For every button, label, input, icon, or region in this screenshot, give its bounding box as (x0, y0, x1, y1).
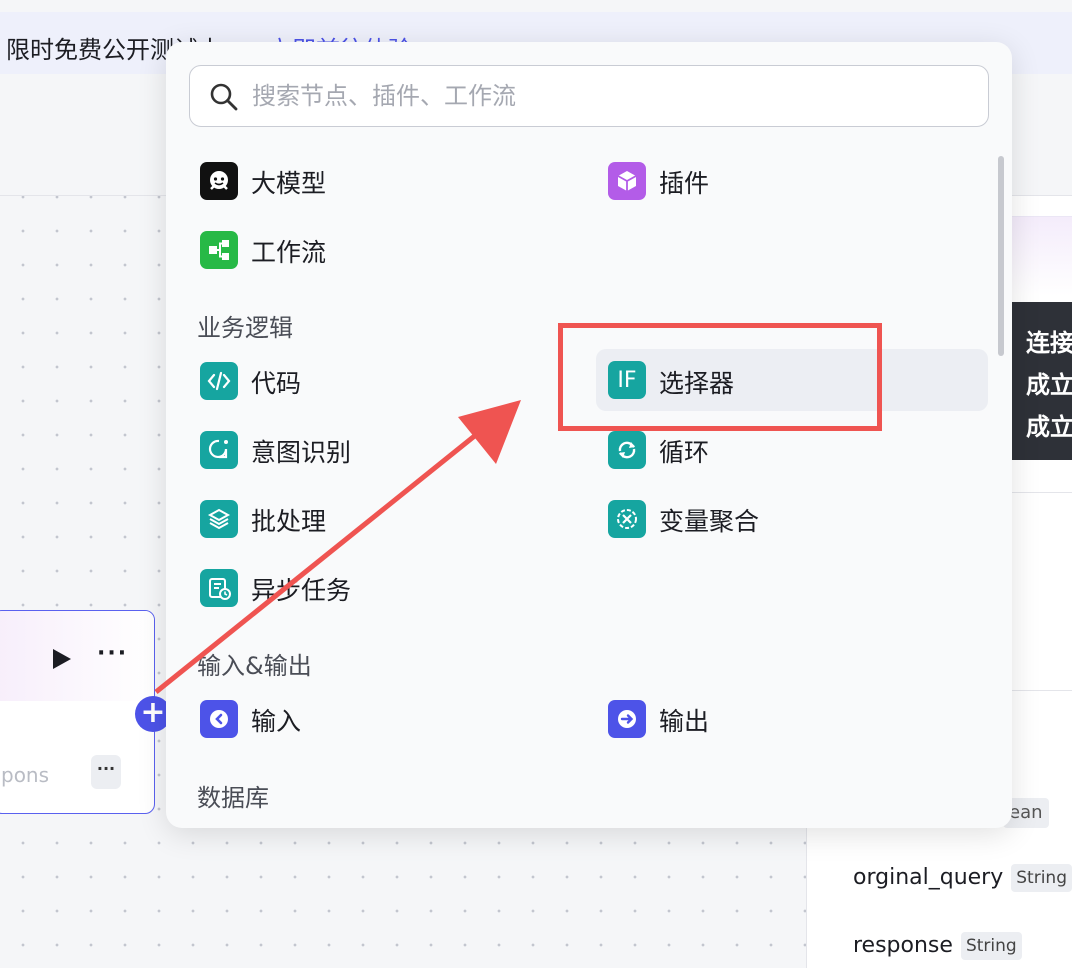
node-item-code[interactable]: 代码 (193, 352, 573, 408)
section-title: 数据库 (197, 784, 269, 812)
node-item-output[interactable]: 输出 (601, 690, 981, 746)
node-picker-popup: 大模型 插件 工作流 业务逻辑 代码 IF 选择器 意图识别 循 (166, 42, 1012, 828)
search-icon (210, 83, 238, 111)
loop-icon (608, 431, 646, 469)
search-input[interactable] (252, 76, 952, 116)
workflow-node[interactable]: ··· pons ··· (0, 610, 155, 814)
scrollbar[interactable] (998, 156, 1004, 356)
async-task-icon (200, 569, 238, 607)
output-more-button[interactable]: ··· (91, 755, 121, 789)
type-badge: String (1011, 864, 1072, 892)
node-header (0, 611, 154, 701)
search-box[interactable] (189, 65, 989, 127)
llm-face-icon (200, 162, 238, 200)
node-item-label: 工作流 (251, 238, 327, 267)
node-item-batch[interactable]: 批处理 (193, 490, 573, 546)
node-item-label: 插件 (659, 169, 710, 198)
annotation-highlight-box (558, 323, 882, 431)
intent-icon (200, 431, 238, 469)
variable-merge-icon (608, 500, 646, 538)
node-item-label: 批处理 (251, 507, 327, 536)
tooltip-line: 成立 (1026, 413, 1072, 441)
node-item-label: 输入 (251, 707, 302, 736)
variable-row: orginal_query String (853, 864, 1072, 892)
node-item-workflow[interactable]: 工作流 (193, 221, 573, 277)
batch-icon (200, 500, 238, 538)
variable-row: response String (853, 932, 1022, 960)
code-icon (200, 362, 238, 400)
section-title: 输入&输出 (197, 652, 312, 680)
node-output-label: pons (1, 763, 50, 787)
variable-name: orginal_query (853, 865, 1004, 890)
input-icon (200, 700, 238, 738)
node-item-async-task[interactable]: 异步任务 (193, 559, 573, 615)
output-icon (608, 700, 646, 738)
node-item-label: 意图识别 (251, 438, 352, 467)
run-play-icon[interactable] (53, 649, 71, 669)
node-item-plugin[interactable]: 插件 (601, 152, 981, 208)
node-more-button[interactable]: ··· (97, 641, 128, 666)
variable-name: response (853, 933, 953, 958)
node-item-label: 异步任务 (251, 576, 352, 605)
node-item-label: 输出 (659, 707, 710, 736)
node-item-intent[interactable]: 意图识别 (193, 421, 573, 477)
plugin-cube-icon (608, 162, 646, 200)
node-item-label: 代码 (251, 369, 302, 398)
node-item-label: 变量聚合 (659, 507, 760, 536)
node-item-label: 大模型 (251, 169, 327, 198)
tooltip-line: 连接 (1026, 329, 1072, 357)
node-item-input[interactable]: 输入 (193, 690, 573, 746)
tooltip-line: 成立 (1026, 371, 1072, 399)
node-item-llm[interactable]: 大模型 (193, 152, 573, 208)
node-item-variable-merge[interactable]: 变量聚合 (601, 490, 981, 546)
workflow-icon (200, 231, 238, 269)
node-item-label: 循环 (659, 438, 710, 467)
section-title: 业务逻辑 (197, 314, 293, 342)
tooltip: 连接 成立 成立 (1004, 302, 1072, 460)
type-badge: String (960, 932, 1022, 960)
